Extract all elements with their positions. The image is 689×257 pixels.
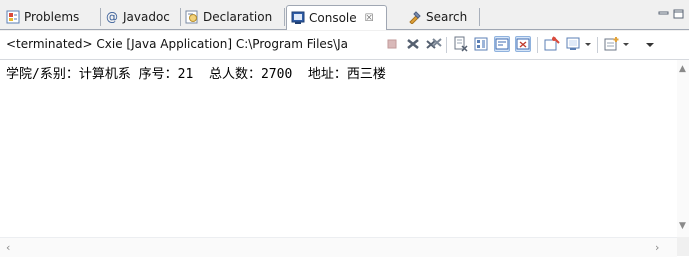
clear-console-icon[interactable] (453, 36, 469, 52)
vertical-scrollbar[interactable]: ▲ ▼ (677, 60, 689, 237)
console-output-line: 学院/系别：计算机系 序号：21 总人数：2700 地址：西三楼 (6, 67, 386, 82)
tab-label: Problems (24, 10, 80, 24)
console-icon (291, 11, 305, 25)
scroll-up-icon[interactable]: ▲ (679, 65, 686, 74)
tab-label: Search (426, 10, 468, 24)
tab-label: Console (309, 11, 357, 25)
tab-javadoc[interactable]: @ Javadoc (101, 5, 181, 29)
chevron-down-icon[interactable] (621, 36, 631, 52)
maximize-icon[interactable] (673, 8, 684, 19)
scroll-left-icon[interactable]: ‹ (6, 242, 10, 253)
scroll-down-icon[interactable]: ▼ (679, 222, 686, 231)
console-view: Problems @ Javadoc Declaration Console ☒ (0, 0, 689, 257)
open-console-icon[interactable] (604, 36, 620, 52)
tab-separator (284, 8, 285, 26)
show-console-on-output-icon[interactable] (515, 36, 531, 52)
scroll-right-icon[interactable]: › (655, 242, 659, 253)
declaration-icon (185, 10, 199, 24)
tab-problems[interactable]: Problems (2, 5, 101, 29)
toolbar-separator (537, 37, 538, 53)
tab-label: Javadoc (123, 10, 170, 24)
process-status: <terminated> Cxie [Java Application] C:\… (6, 37, 348, 51)
horizontal-scrollbar[interactable]: ‹ › (0, 237, 677, 257)
display-selected-console-icon[interactable] (566, 36, 582, 52)
scroll-lock-icon[interactable] (474, 36, 490, 52)
word-wrap-icon[interactable] (494, 36, 510, 52)
scrollbar-corner (677, 237, 689, 256)
tab-console[interactable]: Console ☒ (286, 5, 387, 30)
terminate-icon[interactable] (384, 36, 400, 52)
console-toolbar: <terminated> Cxie [Java Application] C:\… (0, 31, 689, 60)
close-icon[interactable]: ☒ (365, 13, 374, 24)
pin-console-icon[interactable] (544, 36, 560, 52)
remove-launch-icon[interactable] (405, 36, 421, 52)
search-flashlight-icon (408, 10, 422, 24)
tab-separator (479, 8, 480, 26)
tab-label: Declaration (203, 10, 273, 24)
tab-search[interactable]: Search (396, 5, 480, 29)
minimize-icon[interactable] (658, 8, 669, 18)
toolbar-separator (446, 37, 447, 53)
tab-declaration[interactable]: Declaration (181, 5, 285, 29)
chevron-down-icon[interactable] (583, 36, 593, 52)
remove-all-terminated-icon[interactable] (426, 36, 442, 52)
toolbar-separator (597, 37, 598, 53)
problems-icon (6, 10, 20, 24)
svg-text:@: @ (106, 10, 118, 24)
console-output-area[interactable]: 学院/系别：计算机系 序号：21 总人数：2700 地址：西三楼 (0, 60, 677, 237)
view-tab-bar: Problems @ Javadoc Declaration Console ☒ (0, 0, 689, 31)
at-icon: @ (105, 10, 119, 24)
view-menu-icon[interactable] (642, 36, 658, 52)
